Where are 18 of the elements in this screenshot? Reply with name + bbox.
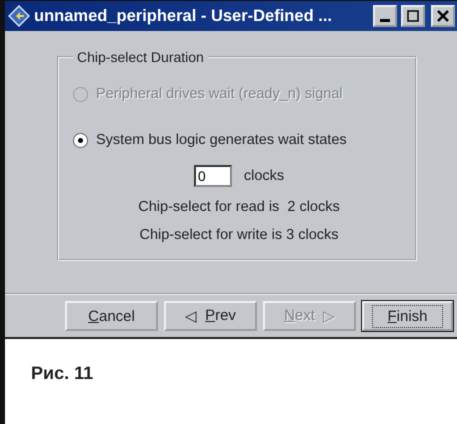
figure-caption: Рис. 11: [30, 362, 94, 384]
wizard-button[interactable]: Cancel: [65, 301, 158, 331]
clocks-input-field[interactable]: 0: [194, 165, 232, 187]
unit-label: clocks: [244, 168, 284, 184]
wizard-button[interactable]: Finish: [362, 301, 453, 331]
info-text: Chip-select for write is 3 clocks: [138, 227, 340, 243]
window-title: unnamed_peripheral - User-Defined ...: [34, 6, 333, 26]
close-icon: [437, 10, 449, 22]
close-button[interactable]: [431, 5, 455, 27]
maximize-button[interactable]: [401, 5, 425, 27]
maximize-icon: [407, 10, 419, 22]
radio-option[interactable]: System bus logic generates wait states: [73, 117, 405, 163]
group-title: Chip-select Duration: [76, 49, 205, 65]
app-icon: [8, 5, 30, 27]
minimize-button[interactable]: [373, 5, 397, 27]
info-text: Chip-select for read is 2 clocks: [137, 199, 341, 215]
wizard-button[interactable]: ◁ Prev: [164, 301, 257, 331]
minimize-icon: [380, 18, 390, 22]
